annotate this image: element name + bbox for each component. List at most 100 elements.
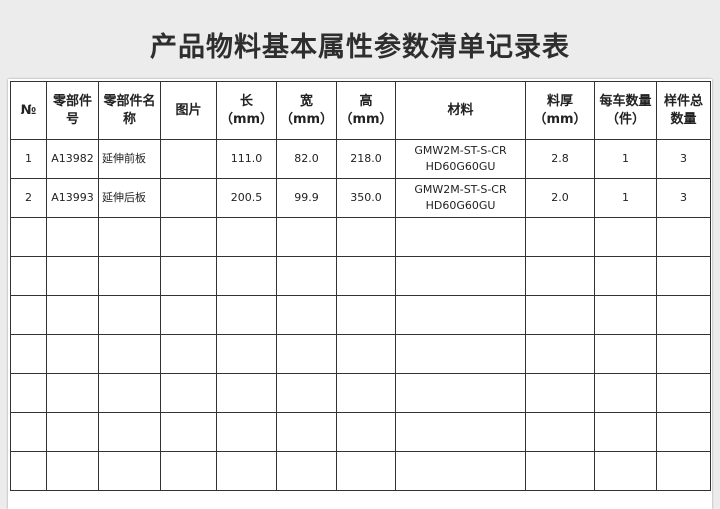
cell-sample-total[interactable] [656, 373, 711, 413]
cell-length[interactable] [216, 295, 277, 335]
cell-length[interactable] [216, 451, 277, 491]
cell-height[interactable] [336, 412, 396, 452]
cell-height[interactable] [336, 217, 396, 257]
cell-material[interactable] [395, 295, 526, 335]
cell-part-name[interactable]: 延伸后板 [98, 178, 161, 218]
cell-height[interactable] [336, 256, 396, 296]
cell-no[interactable] [10, 334, 47, 374]
cell-width[interactable]: 82.0 [276, 139, 337, 179]
cell-length[interactable]: 200.5 [216, 178, 277, 218]
cell-part-no[interactable]: A13982 [46, 139, 99, 179]
cell-part-no[interactable] [46, 256, 99, 296]
cell-picture[interactable] [160, 217, 217, 257]
cell-length[interactable] [216, 256, 277, 296]
cell-sample-total[interactable] [656, 451, 711, 491]
cell-thickness[interactable] [525, 217, 595, 257]
cell-sample-total[interactable] [656, 295, 711, 335]
cell-material[interactable] [395, 451, 526, 491]
header-picture[interactable]: 图片 [160, 81, 217, 140]
cell-qty-per-car[interactable]: 1 [594, 139, 657, 179]
header-qty-per-car[interactable]: 每车数量 （件） [594, 81, 657, 140]
cell-part-name[interactable] [98, 334, 161, 374]
cell-height[interactable] [336, 295, 396, 335]
cell-qty-per-car[interactable] [594, 451, 657, 491]
header-material[interactable]: 材料 [395, 81, 526, 140]
cell-part-name[interactable] [98, 373, 161, 413]
cell-no[interactable] [10, 295, 47, 335]
cell-sample-total[interactable]: 3 [656, 139, 711, 179]
cell-picture[interactable] [160, 256, 217, 296]
cell-qty-per-car[interactable] [594, 295, 657, 335]
cell-qty-per-car[interactable] [594, 256, 657, 296]
cell-width[interactable] [276, 217, 337, 257]
cell-length[interactable] [216, 373, 277, 413]
cell-thickness[interactable] [525, 256, 595, 296]
cell-no[interactable] [10, 412, 47, 452]
header-width[interactable]: 宽 （mm） [276, 81, 337, 140]
cell-qty-per-car[interactable] [594, 412, 657, 452]
cell-part-no[interactable] [46, 334, 99, 374]
header-no[interactable]: № [10, 81, 47, 140]
cell-qty-per-car[interactable]: 1 [594, 178, 657, 218]
cell-height[interactable] [336, 451, 396, 491]
cell-material[interactable] [395, 412, 526, 452]
cell-picture[interactable] [160, 334, 217, 374]
header-part-no[interactable]: 零部件 号 [46, 81, 99, 140]
cell-part-name[interactable] [98, 217, 161, 257]
cell-picture[interactable] [160, 373, 217, 413]
cell-thickness[interactable] [525, 334, 595, 374]
cell-material[interactable]: GMW2M-ST-S-CR HD60G60GU [395, 139, 526, 179]
cell-no[interactable]: 2 [10, 178, 47, 218]
cell-sample-total[interactable] [656, 217, 711, 257]
cell-thickness[interactable]: 2.0 [525, 178, 595, 218]
header-part-name[interactable]: 零部件名 称 [98, 81, 161, 140]
cell-part-no[interactable] [46, 373, 99, 413]
cell-thickness[interactable] [525, 451, 595, 491]
cell-qty-per-car[interactable] [594, 334, 657, 374]
cell-thickness[interactable] [525, 373, 595, 413]
cell-part-no[interactable] [46, 217, 99, 257]
cell-width[interactable] [276, 256, 337, 296]
cell-picture[interactable] [160, 178, 217, 218]
cell-no[interactable] [10, 373, 47, 413]
cell-material[interactable] [395, 256, 526, 296]
header-height[interactable]: 高 （mm） [336, 81, 396, 140]
cell-height[interactable]: 350.0 [336, 178, 396, 218]
cell-no[interactable] [10, 217, 47, 257]
cell-material[interactable] [395, 373, 526, 413]
cell-length[interactable]: 111.0 [216, 139, 277, 179]
cell-picture[interactable] [160, 412, 217, 452]
cell-sample-total[interactable]: 3 [656, 178, 711, 218]
header-sample-total[interactable]: 样件总 数量 [656, 81, 711, 140]
cell-length[interactable] [216, 412, 277, 452]
cell-sample-total[interactable] [656, 412, 711, 452]
cell-part-name[interactable] [98, 256, 161, 296]
cell-part-no[interactable]: A13993 [46, 178, 99, 218]
cell-picture[interactable] [160, 451, 217, 491]
cell-no[interactable] [10, 256, 47, 296]
header-length[interactable]: 长 （mm） [216, 81, 277, 140]
cell-qty-per-car[interactable] [594, 217, 657, 257]
cell-picture[interactable] [160, 295, 217, 335]
cell-height[interactable]: 218.0 [336, 139, 396, 179]
cell-thickness[interactable]: 2.8 [525, 139, 595, 179]
cell-part-no[interactable] [46, 295, 99, 335]
cell-part-name[interactable] [98, 412, 161, 452]
cell-no[interactable]: 1 [10, 139, 47, 179]
cell-material[interactable] [395, 334, 526, 374]
cell-height[interactable] [336, 373, 396, 413]
cell-width[interactable] [276, 373, 337, 413]
cell-part-no[interactable] [46, 412, 99, 452]
cell-sample-total[interactable] [656, 334, 711, 374]
cell-length[interactable] [216, 217, 277, 257]
cell-material[interactable] [395, 217, 526, 257]
cell-picture[interactable] [160, 139, 217, 179]
cell-part-name[interactable]: 延伸前板 [98, 139, 161, 179]
cell-width[interactable] [276, 412, 337, 452]
cell-length[interactable] [216, 334, 277, 374]
cell-part-no[interactable] [46, 451, 99, 491]
cell-no[interactable] [10, 451, 47, 491]
cell-width[interactable]: 99.9 [276, 178, 337, 218]
cell-part-name[interactable] [98, 451, 161, 491]
cell-height[interactable] [336, 334, 396, 374]
